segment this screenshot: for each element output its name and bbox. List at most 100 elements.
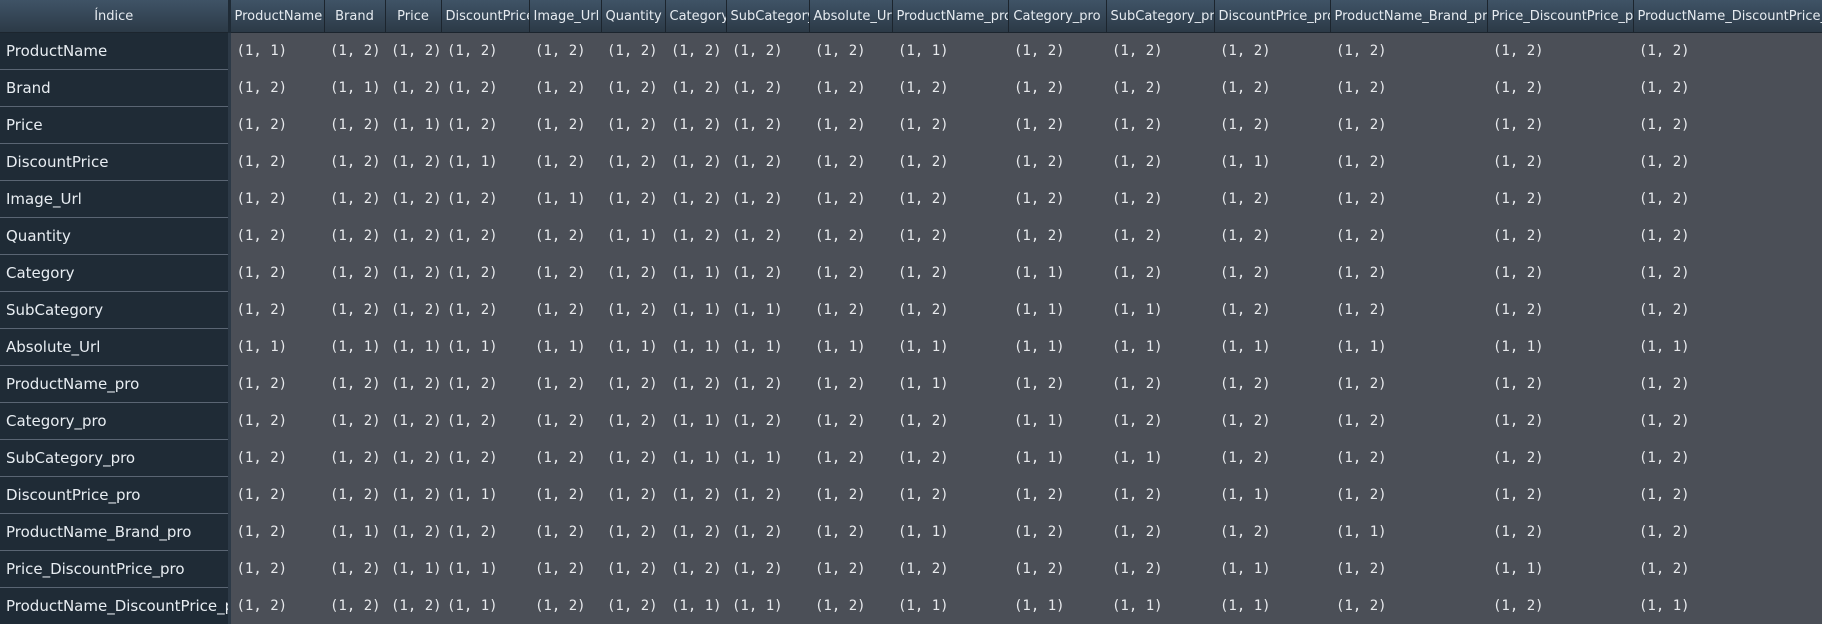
table-cell[interactable]: (1, 2) [1008,365,1106,403]
table-cell[interactable]: (1, 1) [892,587,1008,624]
table-cell[interactable]: (1, 2) [809,587,892,624]
table-cell[interactable]: (1, 2) [229,365,324,403]
table-cell[interactable]: (1, 2) [601,476,665,514]
table-cell[interactable]: (1, 1) [665,328,726,366]
table-cell[interactable]: (1, 2) [601,143,665,181]
table-cell[interactable]: (1, 2) [1008,513,1106,551]
table-cell[interactable]: (1, 1) [1008,439,1106,477]
table-cell[interactable]: (1, 1) [1487,328,1633,366]
table-cell[interactable]: (1, 1) [726,587,809,624]
table-cell[interactable]: (1, 2) [1330,476,1487,514]
table-cell[interactable]: (1, 2) [1008,143,1106,181]
table-cell[interactable]: (1, 2) [229,180,324,218]
table-cell[interactable]: (1, 2) [1106,513,1214,551]
table-cell[interactable]: (1, 2) [726,513,809,551]
column-header[interactable]: ProductName_Brand_pro [1330,0,1488,33]
table-cell[interactable]: (1, 2) [1214,180,1330,218]
table-cell[interactable]: (1, 2) [892,180,1008,218]
table-cell[interactable]: (1, 2) [1214,291,1330,329]
table-cell[interactable]: (1, 1) [665,291,726,329]
table-cell[interactable]: (1, 1) [529,328,601,366]
table-cell[interactable]: (1, 2) [324,254,385,292]
table-cell[interactable]: (1, 2) [601,106,665,144]
table-cell[interactable]: (1, 2) [1633,365,1822,403]
table-cell[interactable]: (1, 2) [385,217,441,255]
table-cell[interactable]: (1, 2) [665,513,726,551]
table-cell[interactable]: (1, 2) [1214,402,1330,440]
table-cell[interactable]: (1, 2) [324,291,385,329]
table-cell[interactable]: (1, 2) [529,291,601,329]
table-cell[interactable]: (1, 2) [1330,587,1487,624]
row-header[interactable]: ProductName_Brand_pro [0,513,231,551]
table-cell[interactable]: (1, 2) [726,254,809,292]
table-cell[interactable]: (1, 2) [229,513,324,551]
table-cell[interactable]: (1, 2) [324,180,385,218]
table-cell[interactable]: (1, 2) [229,106,324,144]
column-header[interactable]: DiscountPrice [441,0,530,33]
table-cell[interactable]: (1, 2) [1106,69,1214,107]
table-cell[interactable]: (1, 2) [1106,217,1214,255]
table-cell[interactable]: (1, 2) [1106,550,1214,588]
table-cell[interactable]: (1, 1) [665,587,726,624]
table-cell[interactable]: (1, 2) [385,291,441,329]
row-header[interactable]: SubCategory [0,291,231,329]
table-cell[interactable]: (1, 2) [324,32,385,70]
table-cell[interactable]: (1, 1) [441,328,529,366]
table-cell[interactable]: (1, 2) [385,32,441,70]
row-header[interactable]: ProductName_DiscountPrice_pro [0,587,231,624]
table-cell[interactable]: (1, 2) [892,217,1008,255]
column-header[interactable]: SubCategory [726,0,810,33]
table-cell[interactable]: (1, 2) [441,291,529,329]
table-cell[interactable]: (1, 2) [601,439,665,477]
table-cell[interactable]: (1, 2) [892,476,1008,514]
table-cell[interactable]: (1, 2) [601,587,665,624]
table-cell[interactable]: (1, 1) [1008,328,1106,366]
table-cell[interactable]: (1, 2) [324,587,385,624]
row-header[interactable]: DiscountPrice [0,143,231,181]
table-cell[interactable]: (1, 1) [665,254,726,292]
table-cell[interactable]: (1, 1) [1330,328,1487,366]
table-cell[interactable]: (1, 1) [529,180,601,218]
table-cell[interactable]: (1, 2) [385,587,441,624]
table-cell[interactable]: (1, 2) [441,254,529,292]
table-cell[interactable]: (1, 2) [601,513,665,551]
table-cell[interactable]: (1, 2) [809,291,892,329]
table-cell[interactable]: (1, 2) [809,402,892,440]
table-cell[interactable]: (1, 1) [1633,328,1822,366]
table-cell[interactable]: (1, 2) [601,32,665,70]
table-cell[interactable]: (1, 2) [892,106,1008,144]
table-cell[interactable]: (1, 2) [441,217,529,255]
table-cell[interactable]: (1, 2) [601,291,665,329]
table-cell[interactable]: (1, 2) [1633,143,1822,181]
table-cell[interactable]: (1, 1) [1330,513,1487,551]
table-cell[interactable]: (1, 2) [1487,106,1633,144]
table-cell[interactable]: (1, 2) [601,69,665,107]
table-cell[interactable]: (1, 2) [809,365,892,403]
table-cell[interactable]: (1, 1) [385,328,441,366]
table-cell[interactable]: (1, 1) [385,106,441,144]
table-cell[interactable]: (1, 2) [1633,291,1822,329]
row-header[interactable]: SubCategory_pro [0,439,231,477]
table-cell[interactable]: (1, 2) [324,402,385,440]
table-cell[interactable]: (1, 2) [665,476,726,514]
column-header[interactable]: Absolute_Url [809,0,893,33]
table-cell[interactable]: (1, 1) [1106,291,1214,329]
table-cell[interactable]: (1, 1) [665,402,726,440]
table-cell[interactable]: (1, 1) [441,550,529,588]
table-cell[interactable]: (1, 1) [1214,550,1330,588]
table-cell[interactable]: (1, 2) [726,180,809,218]
row-header[interactable]: Category [0,254,231,292]
table-cell[interactable]: (1, 2) [665,106,726,144]
table-cell[interactable]: (1, 2) [601,550,665,588]
table-cell[interactable]: (1, 2) [726,69,809,107]
table-cell[interactable]: (1, 2) [1487,587,1633,624]
column-header[interactable]: Category_pro [1008,0,1107,33]
table-cell[interactable]: (1, 2) [441,106,529,144]
table-cell[interactable]: (1, 1) [892,513,1008,551]
table-cell[interactable]: (1, 2) [1487,402,1633,440]
table-cell[interactable]: (1, 2) [601,254,665,292]
table-cell[interactable]: (1, 2) [1330,550,1487,588]
table-cell[interactable]: (1, 1) [1008,402,1106,440]
table-cell[interactable]: (1, 1) [324,513,385,551]
table-cell[interactable]: (1, 2) [441,402,529,440]
